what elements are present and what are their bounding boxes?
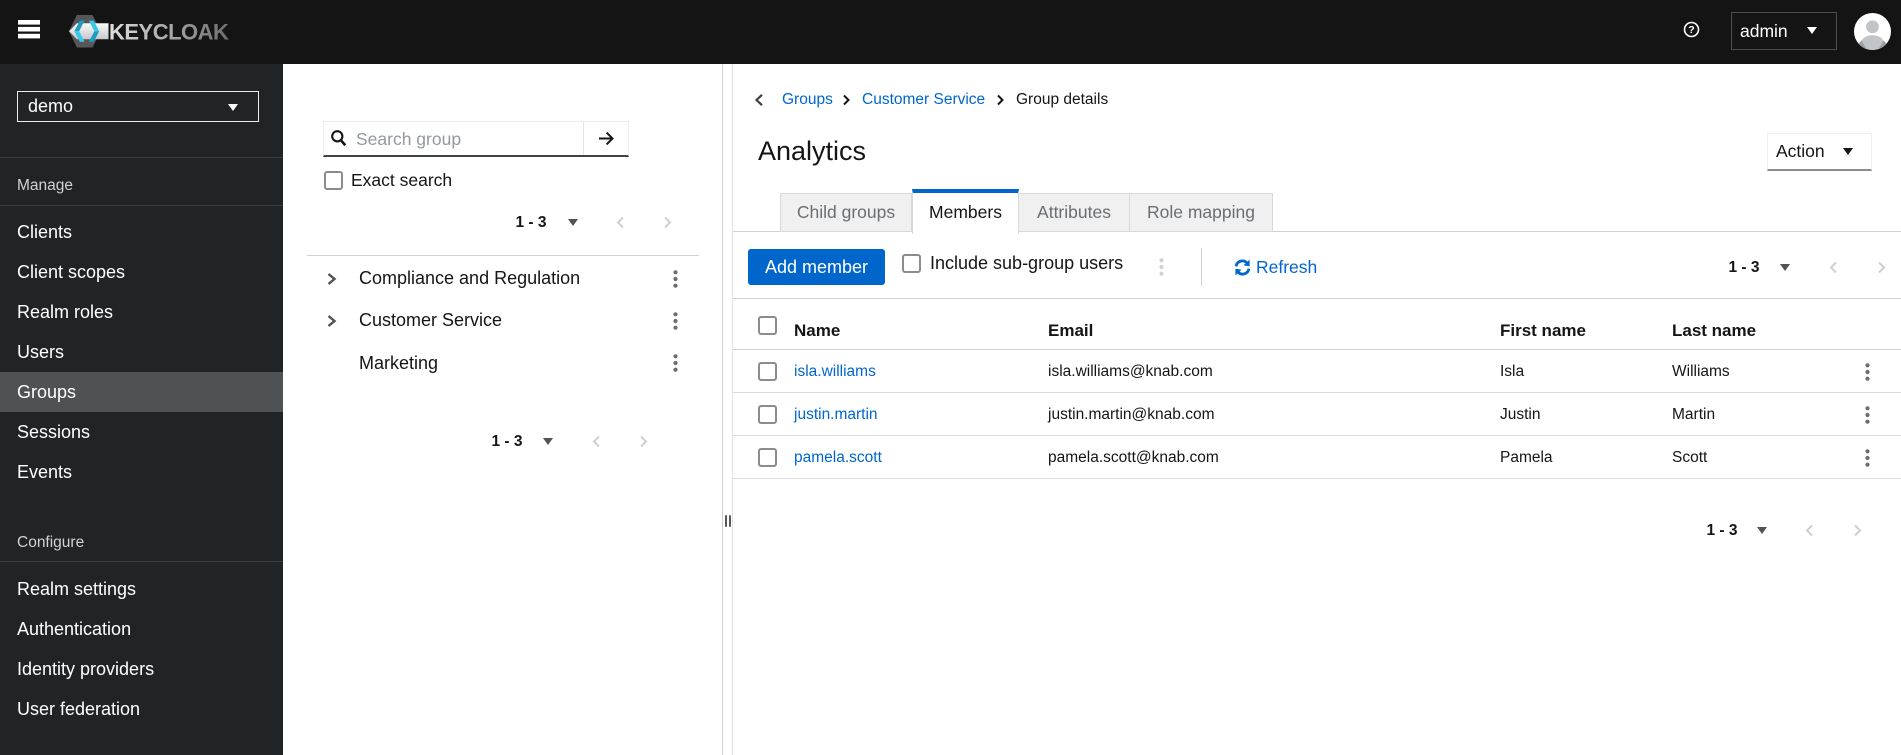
svg-text:KEYCLOAK: KEYCLOAK xyxy=(109,19,229,44)
svg-text:?: ? xyxy=(1688,24,1694,36)
